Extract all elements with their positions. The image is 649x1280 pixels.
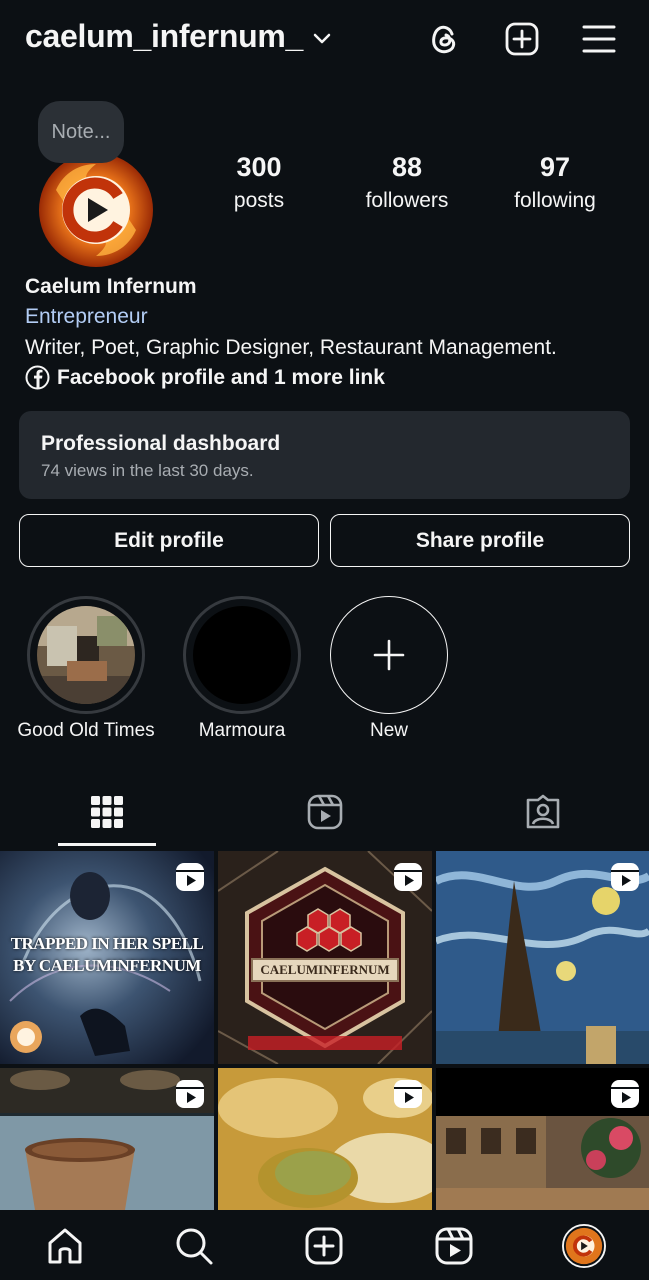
plus-icon — [373, 639, 405, 671]
post-tile[interactable]: CAELUMINFERNUM — [218, 851, 432, 1064]
chevron-down-icon — [313, 33, 331, 43]
post-tile[interactable] — [0, 1068, 214, 1210]
new-highlight-ring — [330, 596, 448, 714]
post-caption-overlay: TRAPPED IN HER SPELL BY CAELUMINFERNUM — [0, 933, 214, 977]
tab-tagged[interactable] — [494, 778, 592, 846]
tab-reels[interactable] — [276, 778, 374, 846]
reel-badge-icon — [176, 1080, 204, 1108]
dashboard-title: Professional dashboard — [41, 432, 281, 455]
post-tile[interactable] — [218, 1068, 432, 1210]
posts-count: 300 — [236, 152, 282, 182]
following-count: 97 — [539, 152, 571, 182]
highlight-new[interactable]: New — [319, 596, 459, 742]
profile-avatar[interactable] — [36, 150, 156, 270]
share-profile-button[interactable]: Share profile — [330, 514, 630, 567]
full-name: Caelum Infernum — [25, 275, 197, 298]
content-tabs — [0, 778, 649, 846]
edit-profile-button[interactable]: Edit profile — [19, 514, 319, 567]
post-tile[interactable] — [436, 1068, 649, 1210]
highlight-marmoura[interactable]: Marmoura — [172, 596, 312, 742]
nav-create[interactable] — [302, 1224, 346, 1268]
tile1-text-line1: TRAPPED IN HER SPELL — [10, 934, 204, 953]
links-label: Facebook profile and 1 more link — [57, 365, 385, 389]
username: caelum_infernum_ — [25, 18, 303, 54]
bio-text: Writer, Poet, Graphic Designer, Restaura… — [25, 336, 557, 359]
menu-icon[interactable] — [579, 19, 619, 59]
nav-home[interactable] — [43, 1224, 87, 1268]
highlight-label: Marmoura — [198, 720, 286, 741]
highlight-ring — [27, 596, 145, 714]
reels-icon — [435, 1227, 473, 1265]
nav-reels[interactable] — [432, 1224, 476, 1268]
create-icon — [305, 1227, 343, 1265]
following-label: following — [514, 189, 596, 212]
search-icon — [176, 1228, 213, 1265]
reel-badge-icon — [611, 863, 639, 891]
brand-logo — [39, 153, 153, 267]
highlight-ring — [183, 596, 301, 714]
note-bubble[interactable]: Note... — [38, 101, 124, 163]
tab-grid[interactable] — [58, 778, 156, 846]
account-switcher[interactable]: caelum_infernum_ — [25, 18, 331, 55]
create-plus-icon[interactable] — [502, 19, 542, 59]
reels-icon — [307, 794, 343, 830]
stat-followers[interactable]: 88 followers — [337, 152, 477, 213]
highlight-label: Good Old Times — [17, 720, 155, 741]
home-icon — [48, 1228, 82, 1264]
highlight-cover — [193, 606, 291, 704]
profile-page: caelum_infernum_ Note... 300 posts 88 fo… — [0, 0, 649, 1280]
reel-badge-icon — [394, 1080, 422, 1108]
category-label: Entrepreneur — [25, 305, 148, 328]
profile-avatar — [562, 1224, 606, 1268]
dashboard-subtitle: 74 views in the last 30 days. — [41, 461, 254, 480]
posts-label: posts — [233, 189, 285, 212]
profile-links[interactable]: Facebook profile and 1 more link — [25, 365, 385, 390]
tile1-text-line2: BY CAELUMINFERNUM — [13, 956, 201, 975]
professional-dashboard[interactable]: Professional dashboard 74 views in the l… — [19, 411, 630, 499]
nav-profile[interactable] — [562, 1224, 606, 1268]
reel-badge-icon — [611, 1080, 639, 1108]
nav-search[interactable] — [172, 1224, 216, 1268]
tagged-icon — [526, 794, 560, 829]
reel-badge-icon — [176, 863, 204, 891]
threads-icon[interactable] — [425, 19, 465, 59]
followers-label: followers — [365, 189, 449, 212]
highlight-cover — [37, 606, 135, 704]
highlight-label: New — [369, 720, 408, 741]
highlight-good-old-times[interactable]: Good Old Times — [16, 596, 156, 742]
reel-badge-icon — [394, 863, 422, 891]
top-bar: caelum_infernum_ — [0, 0, 649, 78]
post-tile[interactable]: TRAPPED IN HER SPELL BY CAELUMINFERNUM — [0, 851, 214, 1064]
followers-count: 88 — [391, 152, 423, 182]
grid-icon — [91, 796, 123, 828]
stat-posts[interactable]: 300 posts — [189, 152, 329, 213]
tile2-logo-text: CAELUMINFERNUM — [260, 962, 390, 977]
active-tab-indicator — [58, 843, 156, 846]
stat-following[interactable]: 97 following — [485, 152, 625, 213]
bottom-navigation — [0, 1210, 649, 1280]
post-tile[interactable] — [436, 851, 649, 1064]
facebook-icon — [25, 365, 50, 390]
